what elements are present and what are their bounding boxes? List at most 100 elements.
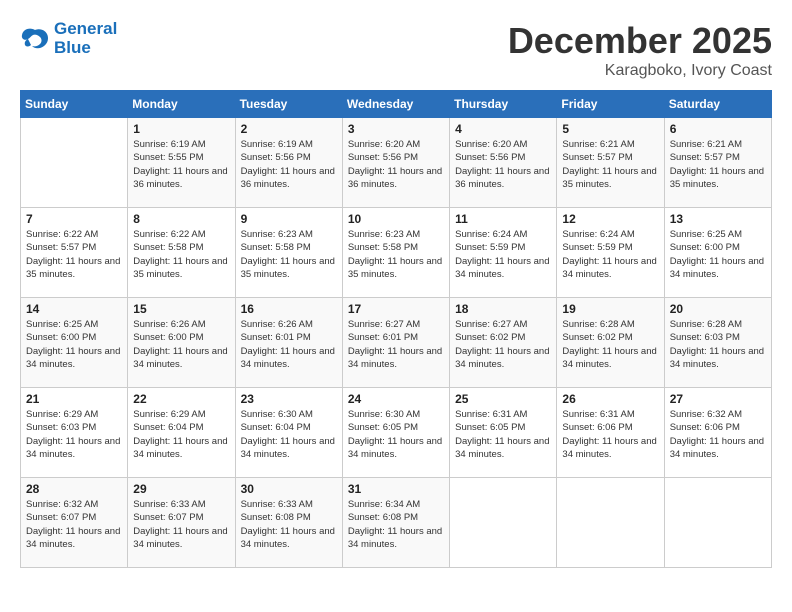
day-number: 2 (241, 122, 337, 136)
weekday-header-row: SundayMondayTuesdayWednesdayThursdayFrid… (21, 91, 772, 118)
weekday-header-cell: Wednesday (342, 91, 449, 118)
day-info: Sunrise: 6:31 AM Sunset: 6:06 PM Dayligh… (562, 408, 658, 461)
month-title: December 2025 (508, 20, 772, 62)
calendar-body: 1Sunrise: 6:19 AM Sunset: 5:55 PM Daylig… (21, 118, 772, 568)
day-number: 11 (455, 212, 551, 226)
logo-text: General Blue (54, 20, 117, 57)
day-info: Sunrise: 6:27 AM Sunset: 6:01 PM Dayligh… (348, 318, 444, 371)
day-info: Sunrise: 6:28 AM Sunset: 6:02 PM Dayligh… (562, 318, 658, 371)
calendar-cell: 15 Sunrise: 6:26 AM Sunset: 6:00 PM Dayli… (128, 298, 235, 388)
location-subtitle: Karagboko, Ivory Coast (508, 62, 772, 80)
day-info: Sunrise: 6:25 AM Sunset: 6:00 PM Dayligh… (26, 318, 122, 371)
calendar-cell: 26 Sunrise: 6:31 AM Sunset: 6:06 PM Dayli… (557, 388, 664, 478)
day-info: Sunrise: 6:26 AM Sunset: 6:00 PM Dayligh… (133, 318, 229, 371)
day-number: 31 (348, 482, 444, 496)
calendar-week-row: 7Sunrise: 6:22 AM Sunset: 5:57 PM Daylig… (21, 208, 772, 298)
calendar-cell: 29 Sunrise: 6:33 AM Sunset: 6:07 PM Dayli… (128, 478, 235, 568)
calendar-cell: 8Sunrise: 6:22 AM Sunset: 5:58 PM Daylig… (128, 208, 235, 298)
calendar-week-row: 1Sunrise: 6:19 AM Sunset: 5:55 PM Daylig… (21, 118, 772, 208)
day-info: Sunrise: 6:24 AM Sunset: 5:59 PM Dayligh… (455, 228, 551, 281)
calendar-week-row: 21 Sunrise: 6:29 AM Sunset: 6:03 PM Dayli… (21, 388, 772, 478)
day-info: Sunrise: 6:24 AM Sunset: 5:59 PM Dayligh… (562, 228, 658, 281)
calendar-cell: 2Sunrise: 6:19 AM Sunset: 5:56 PM Daylig… (235, 118, 342, 208)
day-number: 20 (670, 302, 766, 316)
day-number: 4 (455, 122, 551, 136)
calendar-cell (664, 478, 771, 568)
day-number: 24 (348, 392, 444, 406)
calendar-cell: 27 Sunrise: 6:32 AM Sunset: 6:06 PM Dayli… (664, 388, 771, 478)
day-info: Sunrise: 6:32 AM Sunset: 6:06 PM Dayligh… (670, 408, 766, 461)
weekday-header-cell: Monday (128, 91, 235, 118)
day-info: Sunrise: 6:22 AM Sunset: 5:58 PM Dayligh… (133, 228, 229, 281)
weekday-header-cell: Friday (557, 91, 664, 118)
day-number: 10 (348, 212, 444, 226)
calendar-cell: 24 Sunrise: 6:30 AM Sunset: 6:05 PM Dayli… (342, 388, 449, 478)
calendar-cell: 16 Sunrise: 6:26 AM Sunset: 6:01 PM Dayli… (235, 298, 342, 388)
day-number: 26 (562, 392, 658, 406)
day-info: Sunrise: 6:22 AM Sunset: 5:57 PM Dayligh… (26, 228, 122, 281)
day-number: 19 (562, 302, 658, 316)
calendar-cell: 11 Sunrise: 6:24 AM Sunset: 5:59 PM Dayli… (450, 208, 557, 298)
weekday-header-cell: Saturday (664, 91, 771, 118)
calendar-cell (557, 478, 664, 568)
day-info: Sunrise: 6:34 AM Sunset: 6:08 PM Dayligh… (348, 498, 444, 551)
calendar-cell: 6 Sunrise: 6:21 AM Sunset: 5:57 PM Daylig… (664, 118, 771, 208)
calendar-cell (21, 118, 128, 208)
day-info: Sunrise: 6:26 AM Sunset: 6:01 PM Dayligh… (241, 318, 337, 371)
day-info: Sunrise: 6:32 AM Sunset: 6:07 PM Dayligh… (26, 498, 122, 551)
calendar-cell: 4Sunrise: 6:20 AM Sunset: 5:56 PM Daylig… (450, 118, 557, 208)
calendar-cell: 30Sunrise: 6:33 AM Sunset: 6:08 PM Dayli… (235, 478, 342, 568)
calendar-cell: 3 Sunrise: 6:20 AM Sunset: 5:56 PM Daylig… (342, 118, 449, 208)
day-number: 5 (562, 122, 658, 136)
day-info: Sunrise: 6:33 AM Sunset: 6:07 PM Dayligh… (133, 498, 229, 551)
day-info: Sunrise: 6:21 AM Sunset: 5:57 PM Dayligh… (670, 138, 766, 191)
day-number: 13 (670, 212, 766, 226)
day-number: 18 (455, 302, 551, 316)
calendar-cell: 7Sunrise: 6:22 AM Sunset: 5:57 PM Daylig… (21, 208, 128, 298)
day-info: Sunrise: 6:19 AM Sunset: 5:55 PM Dayligh… (133, 138, 229, 191)
day-info: Sunrise: 6:33 AM Sunset: 6:08 PM Dayligh… (241, 498, 337, 551)
day-info: Sunrise: 6:23 AM Sunset: 5:58 PM Dayligh… (241, 228, 337, 281)
day-info: Sunrise: 6:23 AM Sunset: 5:58 PM Dayligh… (348, 228, 444, 281)
day-number: 21 (26, 392, 122, 406)
day-number: 27 (670, 392, 766, 406)
calendar-cell: 12 Sunrise: 6:24 AM Sunset: 5:59 PM Dayli… (557, 208, 664, 298)
day-number: 16 (241, 302, 337, 316)
weekday-header-cell: Sunday (21, 91, 128, 118)
day-number: 17 (348, 302, 444, 316)
day-info: Sunrise: 6:27 AM Sunset: 6:02 PM Dayligh… (455, 318, 551, 371)
calendar-cell: 19 Sunrise: 6:28 AM Sunset: 6:02 PM Dayli… (557, 298, 664, 388)
day-number: 14 (26, 302, 122, 316)
day-number: 12 (562, 212, 658, 226)
day-number: 23 (241, 392, 337, 406)
calendar-week-row: 28 Sunrise: 6:32 AM Sunset: 6:07 PM Dayli… (21, 478, 772, 568)
day-number: 15 (133, 302, 229, 316)
calendar-cell: 9 Sunrise: 6:23 AM Sunset: 5:58 PM Daylig… (235, 208, 342, 298)
calendar-cell: 20 Sunrise: 6:28 AM Sunset: 6:03 PM Dayli… (664, 298, 771, 388)
day-number: 25 (455, 392, 551, 406)
day-number: 28 (26, 482, 122, 496)
day-info: Sunrise: 6:20 AM Sunset: 5:56 PM Dayligh… (348, 138, 444, 191)
day-info: Sunrise: 6:28 AM Sunset: 6:03 PM Dayligh… (670, 318, 766, 371)
day-number: 6 (670, 122, 766, 136)
calendar-cell: 1Sunrise: 6:19 AM Sunset: 5:55 PM Daylig… (128, 118, 235, 208)
calendar-cell: 5 Sunrise: 6:21 AM Sunset: 5:57 PM Daylig… (557, 118, 664, 208)
calendar-cell: 23 Sunrise: 6:30 AM Sunset: 6:04 PM Dayli… (235, 388, 342, 478)
logo-icon (20, 25, 50, 53)
day-info: Sunrise: 6:29 AM Sunset: 6:03 PM Dayligh… (26, 408, 122, 461)
day-info: Sunrise: 6:30 AM Sunset: 6:05 PM Dayligh… (348, 408, 444, 461)
calendar-cell: 18 Sunrise: 6:27 AM Sunset: 6:02 PM Dayli… (450, 298, 557, 388)
calendar-cell: 10 Sunrise: 6:23 AM Sunset: 5:58 PM Dayli… (342, 208, 449, 298)
calendar-cell: 21 Sunrise: 6:29 AM Sunset: 6:03 PM Dayli… (21, 388, 128, 478)
weekday-header-cell: Tuesday (235, 91, 342, 118)
day-number: 22 (133, 392, 229, 406)
calendar-cell: 28 Sunrise: 6:32 AM Sunset: 6:07 PM Dayli… (21, 478, 128, 568)
day-number: 9 (241, 212, 337, 226)
day-number: 29 (133, 482, 229, 496)
page-header: General Blue December 2025 Karagboko, Iv… (20, 20, 772, 80)
calendar-cell: 31 Sunrise: 6:34 AM Sunset: 6:08 PM Dayli… (342, 478, 449, 568)
calendar-cell: 25Sunrise: 6:31 AM Sunset: 6:05 PM Dayli… (450, 388, 557, 478)
day-info: Sunrise: 6:21 AM Sunset: 5:57 PM Dayligh… (562, 138, 658, 191)
day-number: 3 (348, 122, 444, 136)
day-info: Sunrise: 6:30 AM Sunset: 6:04 PM Dayligh… (241, 408, 337, 461)
